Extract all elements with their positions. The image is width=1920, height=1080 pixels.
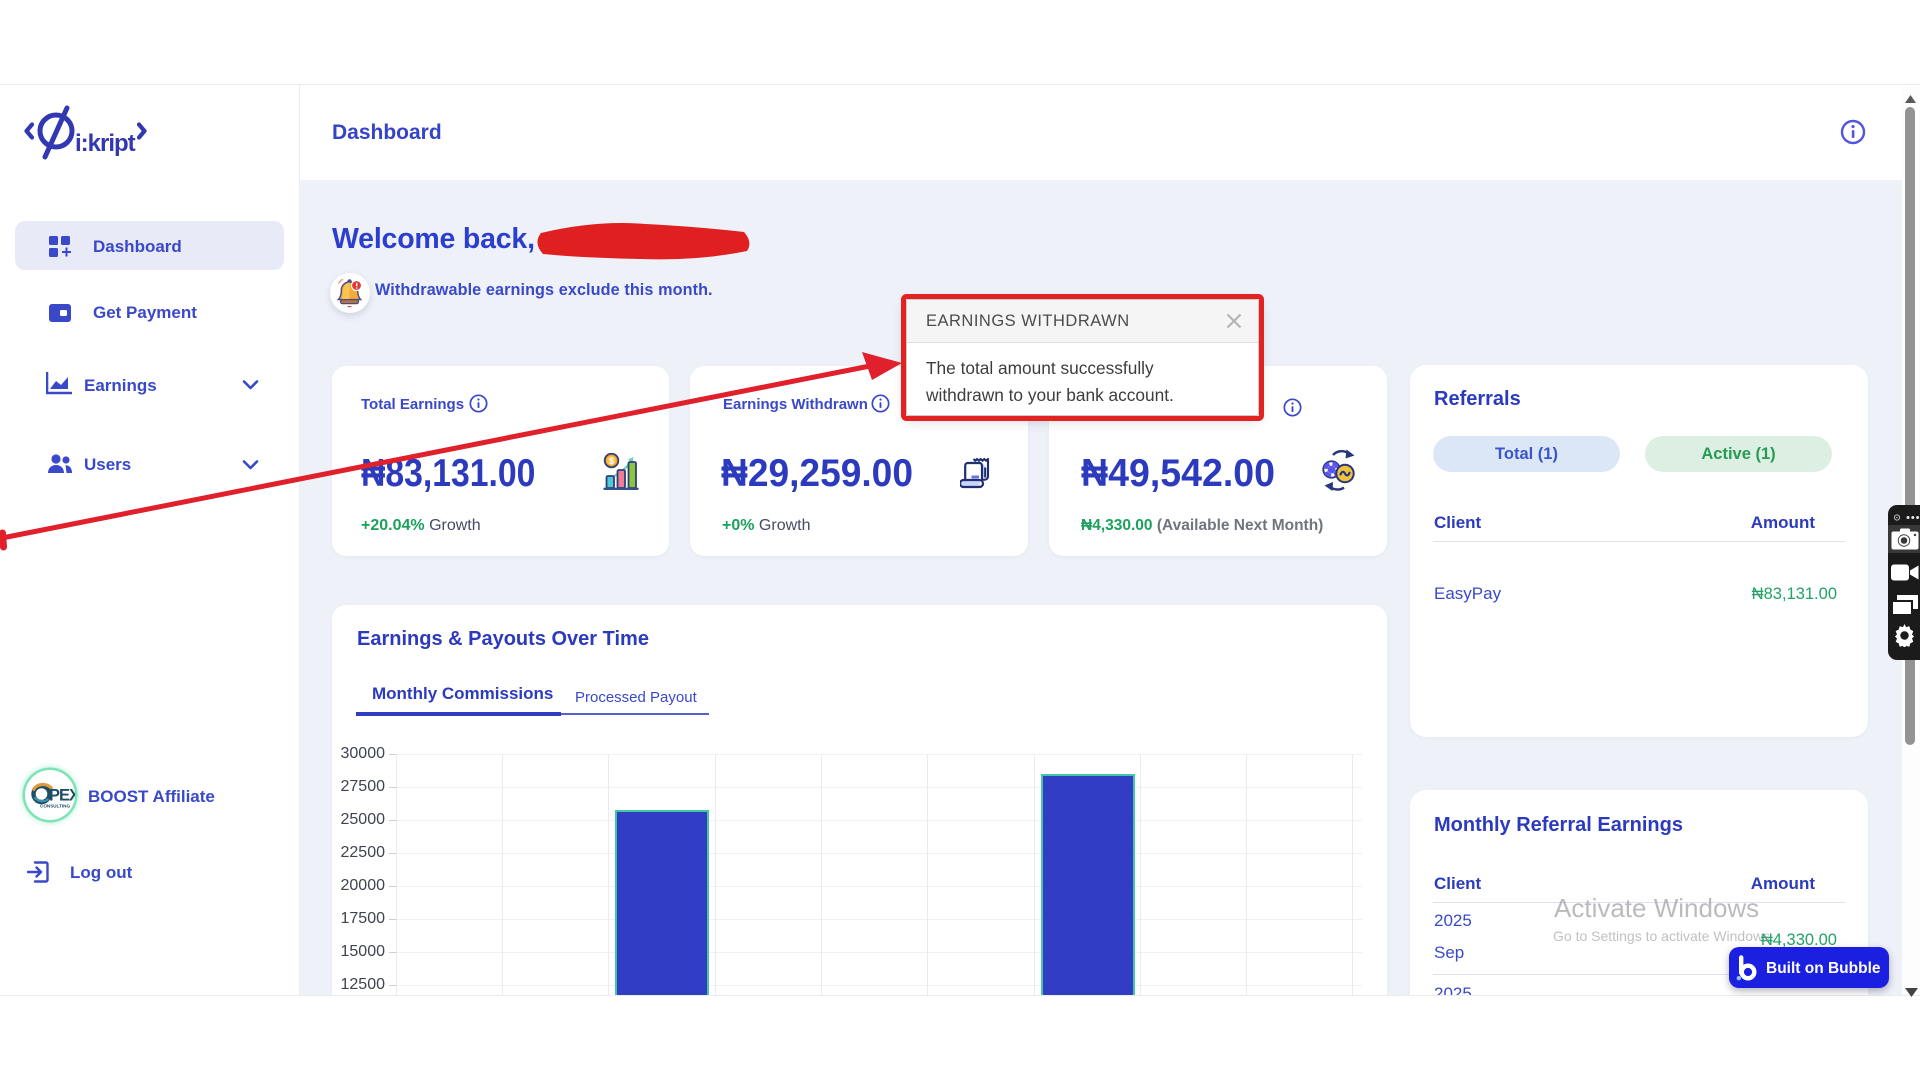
svg-text:PEX: PEX [49,787,75,805]
svg-text:CONSULTING: CONSULTING [40,804,70,809]
svg-text:i:kript: i:kript [75,130,136,157]
svg-text:$: $ [609,456,614,466]
